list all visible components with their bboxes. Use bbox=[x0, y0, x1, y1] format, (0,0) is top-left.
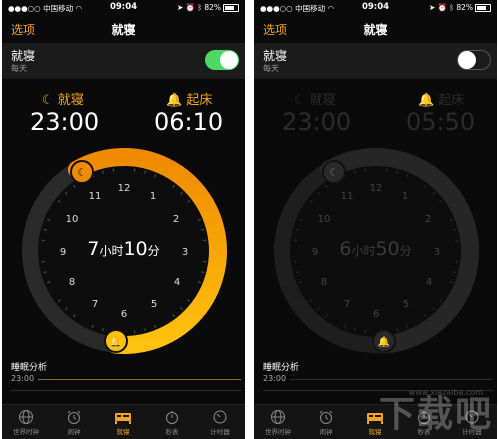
bell-icon: 🔔 bbox=[378, 336, 390, 348]
globe-icon bbox=[19, 410, 33, 424]
dial-number-10: 10 bbox=[66, 214, 79, 225]
sleep-analysis-bar bbox=[38, 379, 241, 380]
tab-timer[interactable]: 计时器 bbox=[198, 409, 242, 436]
dial-number-7: 7 bbox=[344, 299, 350, 310]
dial-number-8: 8 bbox=[69, 277, 75, 288]
timer-icon bbox=[213, 410, 227, 424]
moon-icon: ☾ bbox=[77, 166, 87, 179]
tab-bar: 世界时钟 闹钟 就寝 秒表 计时器 bbox=[2, 404, 245, 439]
tab-world-clock[interactable]: 世界时钟 bbox=[256, 409, 300, 436]
bed-icon bbox=[115, 413, 131, 424]
phone-screen-right: ●●●○○ 中国移动 ◠ 09:04 ➤ ⏰ ᛒ 82% 选项 就寝 就寝 每天… bbox=[254, 0, 497, 439]
watermark-logo: 下载吧 bbox=[378, 394, 493, 435]
dial-number-6: 6 bbox=[121, 309, 127, 320]
sleep-dial[interactable]: 12 1 2 3 4 5 6 7 8 9 10 11 ☾ 🔔 bbox=[254, 0, 497, 360]
wake-handle[interactable]: 🔔 bbox=[372, 329, 396, 353]
wake-handle[interactable]: 🔔 bbox=[104, 329, 128, 353]
dial-number-12: 12 bbox=[370, 183, 383, 194]
globe-icon bbox=[271, 410, 285, 424]
sleep-analysis-time: 23:00 bbox=[263, 374, 287, 383]
tab-world-clock[interactable]: 世界时钟 bbox=[4, 409, 48, 436]
sleep-analysis-title: 睡眠分析 bbox=[11, 363, 48, 373]
dial-number-4: 4 bbox=[174, 277, 180, 288]
dial-number-2: 2 bbox=[173, 214, 179, 225]
stopwatch-icon bbox=[166, 411, 178, 424]
sleep-dial[interactable]: 12 1 2 3 4 5 6 7 8 9 10 11 ☾ 🔔 bbox=[2, 0, 245, 360]
tab-alarm[interactable]: 闹钟 bbox=[52, 409, 96, 436]
bell-icon: 🔔 bbox=[110, 336, 122, 348]
moon-icon: ☾ bbox=[329, 166, 339, 179]
phone-screen-left: ●●●○○ 中国移动 ◠ 09:04 ➤ ⏰ ᛒ 82% 选项 就寝 就寝 每天… bbox=[2, 0, 245, 439]
alarm-clock-icon bbox=[67, 410, 81, 424]
sleep-analysis-bar bbox=[290, 379, 493, 380]
sleep-duration: 6小时50分 bbox=[339, 238, 412, 260]
dial-number-2: 2 bbox=[425, 214, 431, 225]
dial-number-5: 5 bbox=[151, 299, 157, 310]
dial-number-6: 6 bbox=[373, 309, 379, 320]
tab-stopwatch[interactable]: 秒表 bbox=[150, 409, 194, 436]
dial-number-12: 12 bbox=[118, 183, 131, 194]
sleep-analysis-time: 23:00 bbox=[11, 374, 35, 383]
dial-number-10: 10 bbox=[318, 214, 331, 225]
divider bbox=[11, 390, 241, 391]
dial-number-11: 11 bbox=[89, 191, 102, 202]
dial-number-5: 5 bbox=[403, 299, 409, 310]
tab-alarm[interactable]: 闹钟 bbox=[304, 409, 348, 436]
bedtime-handle[interactable]: ☾ bbox=[322, 160, 346, 184]
sleep-duration: 7小时10分 bbox=[87, 238, 160, 260]
dial-number-4: 4 bbox=[426, 277, 432, 288]
dial-number-8: 8 bbox=[321, 277, 327, 288]
sleep-analysis-title: 睡眠分析 bbox=[263, 363, 300, 373]
dial-number-11: 11 bbox=[341, 191, 354, 202]
dial-number-7: 7 bbox=[92, 299, 98, 310]
dial-number-1: 1 bbox=[402, 191, 408, 202]
alarm-clock-icon bbox=[319, 410, 333, 424]
tab-bedtime[interactable]: 就寝 bbox=[101, 409, 145, 436]
bedtime-handle[interactable]: ☾ bbox=[70, 160, 94, 184]
dial-number-1: 1 bbox=[150, 191, 156, 202]
